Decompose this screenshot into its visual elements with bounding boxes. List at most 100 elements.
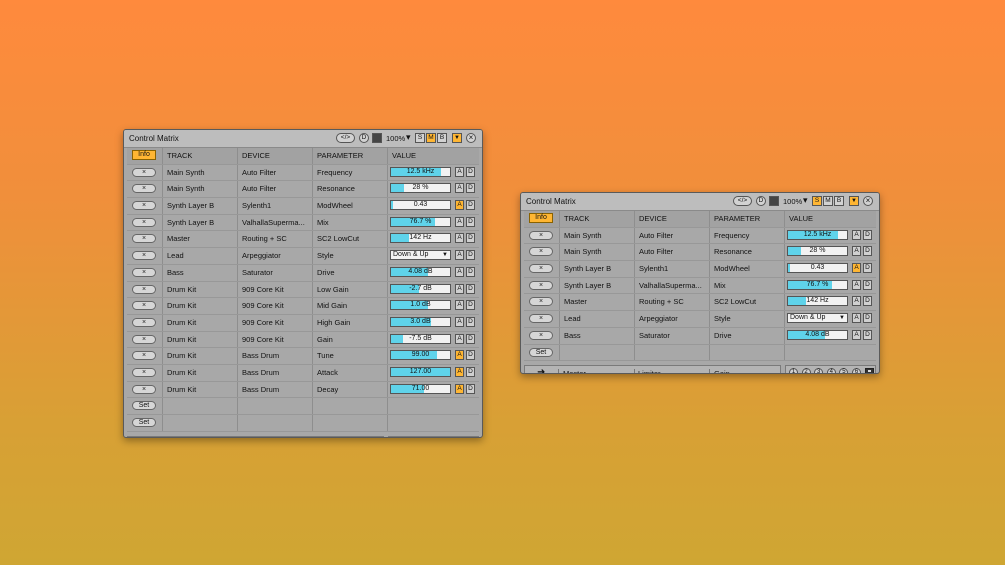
remove-mapping-button[interactable]: × <box>132 284 156 294</box>
default-d-button[interactable]: D <box>466 233 475 244</box>
remove-mapping-button[interactable]: × <box>132 351 156 361</box>
default-d-button[interactable]: D <box>466 366 475 377</box>
page-button[interactable]: 5 <box>839 368 849 373</box>
pin-icon[interactable]: ▼ <box>452 133 462 143</box>
default-d-button[interactable]: D <box>466 183 475 194</box>
automation-a-button[interactable]: A <box>455 183 464 194</box>
default-d-button[interactable]: D <box>466 383 475 394</box>
default-d-button[interactable]: D <box>466 316 475 327</box>
s-button[interactable]: S <box>812 196 822 206</box>
value-slider[interactable]: 28 % <box>787 246 848 257</box>
page-button[interactable]: 1 <box>789 368 798 373</box>
automation-a-button[interactable]: A <box>455 366 464 377</box>
remove-mapping-button[interactable]: × <box>132 301 156 311</box>
mapping-target[interactable]: ➜Drum KitBass DrumLevel <box>127 435 384 437</box>
default-d-button[interactable]: D <box>466 200 475 211</box>
automation-a-button[interactable]: A <box>455 333 464 344</box>
value-dropdown[interactable]: Down & Up ▼ <box>390 250 451 261</box>
default-d-button[interactable]: D <box>466 300 475 311</box>
value-slider[interactable]: 4.08 dB <box>787 329 848 340</box>
zoom-dropdown-icon[interactable]: ▾ <box>803 195 808 206</box>
remove-mapping-button[interactable]: × <box>132 267 156 277</box>
remove-mapping-button[interactable]: × <box>132 384 156 394</box>
b-button[interactable]: B <box>834 196 844 206</box>
remove-mapping-button[interactable]: × <box>529 264 553 274</box>
automation-a-button[interactable]: A <box>455 250 464 261</box>
save-icon[interactable] <box>865 368 874 373</box>
automation-a-button[interactable]: A <box>852 329 861 340</box>
value-slider[interactable]: 3.0 dB <box>390 316 451 327</box>
default-d-button[interactable]: D <box>863 263 872 274</box>
set-button[interactable]: Set <box>132 418 156 427</box>
b-button[interactable]: B <box>437 133 447 143</box>
value-slider[interactable]: 28 % <box>390 183 451 194</box>
value-dropdown[interactable]: Down & Up ▼ <box>787 313 848 324</box>
save-icon[interactable] <box>769 196 779 206</box>
remove-mapping-button[interactable]: × <box>132 184 156 194</box>
remove-mapping-button[interactable]: × <box>529 247 553 257</box>
automation-a-button[interactable]: A <box>455 233 464 244</box>
automation-a-button[interactable]: A <box>455 316 464 327</box>
value-slider[interactable]: 1.0 dB <box>390 300 451 311</box>
remove-mapping-button[interactable]: × <box>132 367 156 377</box>
default-d-button[interactable]: D <box>466 350 475 361</box>
automation-a-button[interactable]: A <box>455 166 464 177</box>
zoom-level[interactable]: 100% <box>386 134 405 143</box>
value-slider[interactable]: 0.43 <box>390 200 451 211</box>
remove-mapping-button[interactable]: × <box>132 201 156 211</box>
value-slider[interactable]: 4.08 dB <box>390 266 451 277</box>
value-slider[interactable]: 71.00 <box>390 383 451 394</box>
default-d-button[interactable]: D <box>863 296 872 307</box>
value-slider[interactable]: 142 Hz <box>390 233 451 244</box>
value-slider[interactable]: 127.00 <box>390 366 451 377</box>
automation-a-button[interactable]: A <box>455 283 464 294</box>
automation-a-button[interactable]: A <box>455 216 464 227</box>
mapping-target[interactable]: ➜ Master Limiter Gain <box>524 365 781 373</box>
close-icon[interactable]: × <box>863 196 873 206</box>
automation-a-button[interactable]: A <box>852 229 861 240</box>
info-button[interactable]: Info <box>529 213 553 223</box>
remove-mapping-button[interactable]: × <box>132 234 156 244</box>
value-slider[interactable]: 142 Hz <box>787 296 848 307</box>
page-button[interactable]: 2 <box>801 368 811 373</box>
value-slider[interactable]: -2.7 dB <box>390 283 451 294</box>
zoom-dropdown-icon[interactable]: ▾ <box>406 132 411 143</box>
m-button[interactable]: M <box>823 196 833 206</box>
automation-a-button[interactable]: A <box>455 350 464 361</box>
page-button[interactable]: 3 <box>814 368 824 373</box>
device-d-button[interactable]: D <box>359 133 369 143</box>
automation-a-button[interactable]: A <box>455 300 464 311</box>
automation-a-button[interactable]: A <box>455 266 464 277</box>
device-d-button[interactable]: D <box>756 196 766 206</box>
automation-a-button[interactable]: A <box>455 383 464 394</box>
remove-mapping-button[interactable]: × <box>529 314 553 324</box>
code-view-button[interactable]: </> <box>336 133 355 143</box>
close-icon[interactable]: × <box>466 133 476 143</box>
remove-mapping-button[interactable]: × <box>132 167 156 177</box>
s-button[interactable]: S <box>415 133 425 143</box>
remove-mapping-button[interactable]: × <box>132 217 156 227</box>
remove-mapping-button[interactable]: × <box>132 317 156 327</box>
automation-a-button[interactable]: A <box>852 313 861 324</box>
default-d-button[interactable]: D <box>863 279 872 290</box>
value-slider[interactable]: -7.5 dB <box>390 333 451 344</box>
automation-a-button[interactable]: A <box>852 246 861 257</box>
zoom-level[interactable]: 100% <box>783 197 802 206</box>
automation-a-button[interactable]: A <box>455 200 464 211</box>
info-button[interactable]: Info <box>132 150 156 160</box>
value-slider[interactable]: 0.43 <box>787 263 848 274</box>
default-d-button[interactable]: D <box>466 250 475 261</box>
remove-mapping-button[interactable]: × <box>132 251 156 261</box>
default-d-button[interactable]: D <box>466 216 475 227</box>
save-icon[interactable] <box>372 133 382 143</box>
pin-icon[interactable]: ▼ <box>849 196 859 206</box>
m-button[interactable]: M <box>426 133 436 143</box>
code-view-button[interactable]: </> <box>733 196 752 206</box>
value-slider[interactable]: 12.5 kHz <box>787 229 848 240</box>
remove-mapping-button[interactable]: × <box>529 330 553 340</box>
value-slider[interactable]: 99.00 <box>390 350 451 361</box>
set-button[interactable]: Set <box>132 401 156 411</box>
default-d-button[interactable]: D <box>863 329 872 340</box>
default-d-button[interactable]: D <box>863 229 872 240</box>
value-slider[interactable]: 76.7 % <box>390 216 451 227</box>
